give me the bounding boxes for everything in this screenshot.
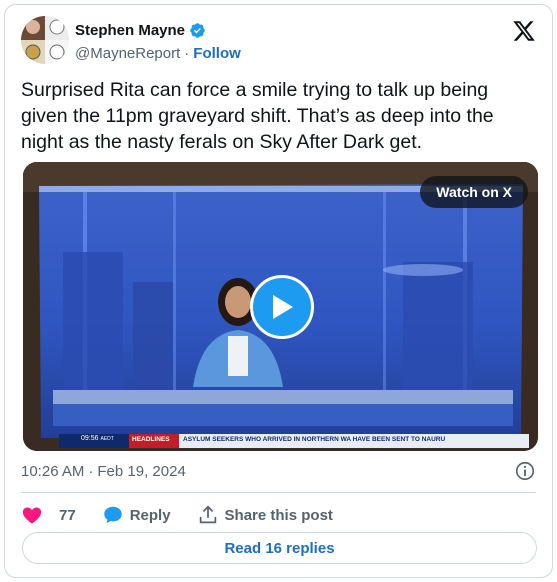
author-name[interactable]: Stephen Mayne xyxy=(75,22,185,39)
ticker-section: HEADLINES xyxy=(132,436,170,443)
heart-icon xyxy=(22,507,42,524)
timestamp-separator: · xyxy=(88,463,94,480)
author-handle[interactable]: @MayneReport xyxy=(75,45,180,62)
tweet-card: Stephen Mayne @MayneReport · Follow Surp… xyxy=(4,4,553,578)
reply-label: Reply xyxy=(129,506,171,524)
ticker-text: ASYLUM SEEKERS WHO ARRIVED IN NORTHERN W… xyxy=(183,436,446,443)
play-button[interactable] xyxy=(250,275,314,339)
tweet-date: Feb 19, 2024 xyxy=(97,463,186,480)
ticker-zone: AEDT xyxy=(100,436,114,442)
avatar-illustration xyxy=(21,16,69,64)
handle-separator: · xyxy=(184,45,190,62)
author-avatar[interactable] xyxy=(21,16,69,64)
author-name-row: Stephen Mayne xyxy=(75,22,206,39)
share-button[interactable]: Share this post xyxy=(197,504,333,526)
reply-button[interactable]: Reply xyxy=(102,504,171,526)
watch-on-x-button[interactable]: Watch on X xyxy=(420,176,528,208)
reply-bubble-icon xyxy=(103,506,122,524)
tweet-text: Surprised Rita can force a smile trying … xyxy=(21,79,494,153)
like-button[interactable]: 77 xyxy=(21,504,76,526)
info-icon[interactable] xyxy=(514,460,536,482)
like-count: 77 xyxy=(59,506,76,524)
read-replies-button[interactable]: Read 16 replies xyxy=(22,532,537,564)
tweet-time: 10:26 AM xyxy=(21,463,85,480)
action-bar: 77 Reply Share this post xyxy=(21,502,359,528)
author-handle-row: @MayneReport · Follow xyxy=(75,45,241,62)
video-player[interactable]: 09:56 AEDT HEADLINES ASYLUM SEEKERS WHO … xyxy=(23,162,538,451)
follow-button[interactable]: Follow xyxy=(193,45,241,62)
share-label: Share this post xyxy=(224,506,333,524)
ticker-time: 09:56 xyxy=(81,435,99,442)
play-icon xyxy=(273,295,293,319)
divider xyxy=(21,492,536,493)
x-logo-icon[interactable] xyxy=(512,19,536,43)
tweet-timestamp[interactable]: 10:26 AM · Feb 19, 2024 xyxy=(21,463,186,480)
ticker-time-block: 09:56 AEDT xyxy=(81,435,114,442)
verified-badge-icon xyxy=(190,23,205,38)
share-icon xyxy=(199,505,216,524)
